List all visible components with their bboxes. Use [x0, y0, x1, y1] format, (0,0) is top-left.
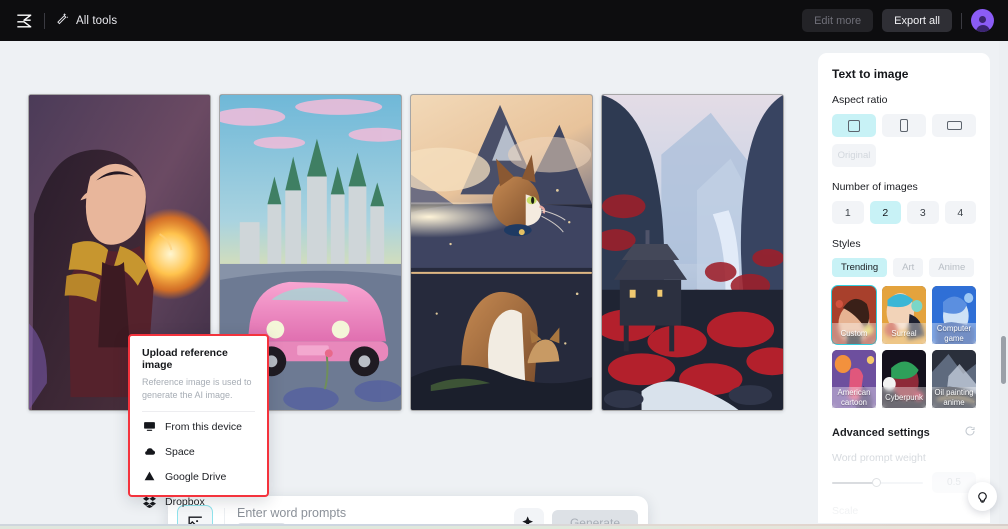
style-card-label: Computer game: [932, 323, 976, 344]
advanced-settings-header: Advanced settings: [832, 424, 976, 442]
number-of-images-options: 1 2 3 4: [832, 201, 976, 224]
magic-wand-icon: [55, 11, 69, 30]
style-chip-trending[interactable]: Trending: [832, 258, 888, 277]
generated-image-4[interactable]: [601, 94, 784, 411]
upload-reference-popup: Upload reference image Reference image i…: [128, 334, 269, 509]
prompt-input[interactable]: Enter word prompts: [237, 506, 514, 520]
style-cards-grid: Custom Surreal Computer game American ca…: [831, 285, 976, 408]
bottom-edge-strip: [0, 524, 1008, 529]
generated-image-3[interactable]: [410, 94, 593, 411]
text-to-image-panel: Text to image Aspect ratio Original Numb…: [818, 53, 990, 523]
panel-title: Text to image: [832, 67, 909, 81]
style-card-label: American cartoon: [832, 387, 876, 408]
popup-subtitle: Reference image is used to generate the …: [142, 377, 252, 401]
aspect-ratio-options: [832, 114, 976, 137]
scale-label: Scale: [832, 505, 859, 517]
all-tools-label: All tools: [76, 14, 118, 27]
upload-option-space[interactable]: Space: [142, 439, 255, 464]
aspect-ratio-portrait[interactable]: [882, 114, 926, 137]
upload-option-label: Google Drive: [165, 470, 227, 483]
styles-label: Styles: [832, 238, 861, 250]
word-prompt-weight-slider[interactable]: [832, 477, 923, 487]
reset-icon[interactable]: [964, 424, 976, 442]
popup-title: Upload reference image: [142, 347, 228, 371]
export-all-button[interactable]: Export all: [882, 9, 952, 32]
landscape-icon: [946, 121, 962, 130]
upload-option-label: From this device: [165, 420, 243, 433]
top-bar: All tools Edit more Export all: [0, 0, 1008, 41]
style-card-label: Surreal: [882, 323, 926, 344]
header-divider: [44, 12, 45, 29]
word-prompt-weight-row: 0.5: [832, 472, 976, 493]
page-scrollbar[interactable]: [999, 41, 1008, 526]
style-chip-anime[interactable]: Anime: [929, 258, 975, 277]
user-avatar-icon[interactable]: [971, 9, 994, 32]
upload-option-from-this-device[interactable]: From this device: [142, 414, 255, 439]
advanced-settings-label: Advanced settings: [832, 427, 930, 439]
style-card-surreal[interactable]: Surreal: [882, 286, 926, 344]
canvas-area: Upload reference image Reference image i…: [0, 41, 818, 529]
number-of-images-label: Number of images: [832, 181, 918, 193]
upload-option-google-drive[interactable]: Google Drive: [142, 464, 255, 489]
monitor-icon: [142, 420, 156, 433]
style-card-custom[interactable]: Custom: [831, 285, 877, 345]
portrait-icon: [900, 119, 908, 132]
upload-option-dropbox[interactable]: Dropbox: [142, 489, 255, 514]
cloud-icon: [142, 445, 156, 458]
num-images-1[interactable]: 1: [832, 201, 864, 224]
style-chip-art[interactable]: Art: [893, 258, 924, 277]
scrollbar-thumb[interactable]: [1001, 336, 1006, 384]
actions-divider: [961, 12, 962, 29]
app-root: All tools Edit more Export all Upload re…: [0, 0, 1008, 529]
style-card-oil-painting-anime[interactable]: Oil painting anime: [932, 350, 976, 408]
word-prompt-weight-label: Word prompt weight: [832, 452, 926, 464]
style-filter-chips: Trending Art Anime: [832, 258, 976, 277]
dropbox-icon: [142, 495, 156, 509]
num-images-3[interactable]: 3: [907, 201, 939, 224]
lightbulb-icon[interactable]: [968, 482, 997, 511]
aspect-ratio-label: Aspect ratio: [832, 94, 888, 106]
upload-option-label: Dropbox: [165, 495, 205, 508]
style-card-cyberpunk[interactable]: Cyberpunk: [882, 350, 926, 408]
top-bar-actions: Edit more Export all: [802, 9, 998, 32]
aspect-ratio-original[interactable]: Original: [832, 144, 876, 167]
all-tools-button[interactable]: All tools: [55, 11, 117, 30]
style-card-label: Oil painting anime: [932, 387, 976, 408]
upload-option-label: Space: [165, 445, 195, 458]
style-card-label: Custom: [832, 323, 876, 344]
style-card-american-cartoon[interactable]: American cartoon: [832, 350, 876, 408]
popup-divider: [142, 411, 255, 413]
aspect-ratio-square[interactable]: [832, 114, 876, 137]
num-images-2[interactable]: 2: [869, 201, 901, 224]
slider-knob[interactable]: [871, 477, 881, 487]
style-card-computer-game[interactable]: Computer game: [932, 286, 976, 344]
style-card-label: Cyberpunk: [882, 387, 926, 408]
aspect-ratio-landscape[interactable]: [932, 114, 976, 137]
num-images-4[interactable]: 4: [944, 201, 976, 224]
capcut-logo-icon[interactable]: [10, 7, 38, 35]
google-drive-icon: [142, 470, 156, 483]
edit-more-button[interactable]: Edit more: [802, 9, 874, 32]
square-icon: [848, 119, 860, 132]
